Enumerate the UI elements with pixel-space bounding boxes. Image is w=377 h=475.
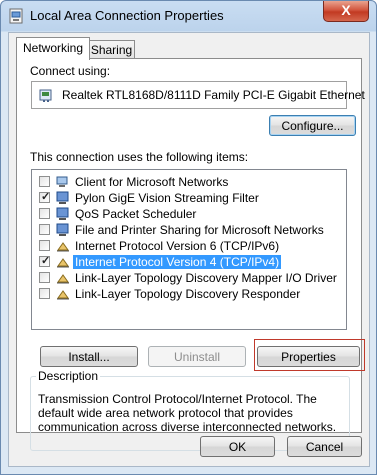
list-item[interactable]: Internet Protocol Version 6 (TCP/IPv6) [32,238,344,254]
network-service-icon [56,223,69,236]
item-checkbox[interactable] [39,176,50,187]
protocol-icon [57,242,69,252]
dialog-body: Sharing Networking Connect using: Realte… [8,32,370,467]
list-item[interactable]: ✓ Pylon GigE Vision Streaming Filter [32,190,344,206]
window-title: Local Area Connection Properties [30,8,224,23]
protocol-icon [57,290,69,300]
list-item[interactable]: QoS Packet Scheduler [32,206,344,222]
item-label: Internet Protocol Version 4 (TCP/IPv4) [73,255,282,269]
adapter-name: Realtek RTL8168D/8111D Family PCI-E Giga… [62,88,365,102]
connect-using-label: Connect using: [30,64,111,78]
items-label: This connection uses the following items… [30,150,249,164]
configure-button[interactable]: Configure... [269,115,356,136]
check-mark-icon: ✓ [41,255,51,267]
description-text: Transmission Control Protocol/Internet P… [38,392,337,434]
check-mark-icon: ✓ [41,191,51,203]
tab-sharing[interactable]: Sharing [88,40,135,59]
network-client-icon [56,176,68,187]
network-filter-icon [56,191,69,204]
item-label: File and Printer Sharing for Microsoft N… [75,223,324,237]
list-item[interactable]: Link-Layer Topology Discovery Responder [32,286,344,302]
item-label: QoS Packet Scheduler [75,207,197,221]
item-checkbox[interactable]: ✓ [39,191,51,203]
item-checkbox[interactable]: ✓ [39,255,51,267]
item-label: Link-Layer Topology Discovery Responder [75,287,301,301]
list-item-selected[interactable]: ✓ Internet Protocol Version 4 (TCP/IPv4) [32,254,344,270]
protocol-icon [57,258,69,268]
description-title: Description [36,369,101,383]
network-adapter-icon [39,89,52,102]
adapter-box: Realtek RTL8168D/8111D Family PCI-E Giga… [31,81,365,109]
network-connection-icon [9,8,23,24]
item-checkbox[interactable] [39,240,50,251]
item-checkbox[interactable] [39,208,50,219]
items-list[interactable]: Client for Microsoft Networks ✓ Pylon Gi… [31,169,347,330]
list-item[interactable]: Client for Microsoft Networks [32,174,344,190]
list-item[interactable]: Link-Layer Topology Discovery Mapper I/O… [32,270,344,286]
item-label: Internet Protocol Version 6 (TCP/IPv6) [75,239,280,253]
item-label: Client for Microsoft Networks [75,175,229,189]
networking-panel: Connect using: Realtek RTL8168D/8111D Fa… [16,58,365,451]
item-label: Pylon GigE Vision Streaming Filter [75,191,259,205]
network-service-icon [56,207,69,220]
properties-highlight-box [254,339,365,371]
item-checkbox[interactable] [39,224,50,235]
item-label: Link-Layer Topology Discovery Mapper I/O… [75,271,337,285]
uninstall-button[interactable]: Uninstall [148,346,246,367]
install-button[interactable]: Install... [40,346,138,367]
title-bar[interactable]: Local Area Connection Properties X [1,1,376,31]
tab-networking[interactable]: Networking [16,37,90,60]
protocol-icon [57,274,69,284]
close-button[interactable]: X [323,1,369,22]
item-checkbox[interactable] [39,288,50,299]
ok-button[interactable]: OK [200,436,275,457]
list-item[interactable]: File and Printer Sharing for Microsoft N… [32,222,344,238]
properties-window: Local Area Connection Properties X Shari… [0,0,377,475]
cancel-button[interactable]: Cancel [287,436,362,457]
item-checkbox[interactable] [39,272,50,283]
